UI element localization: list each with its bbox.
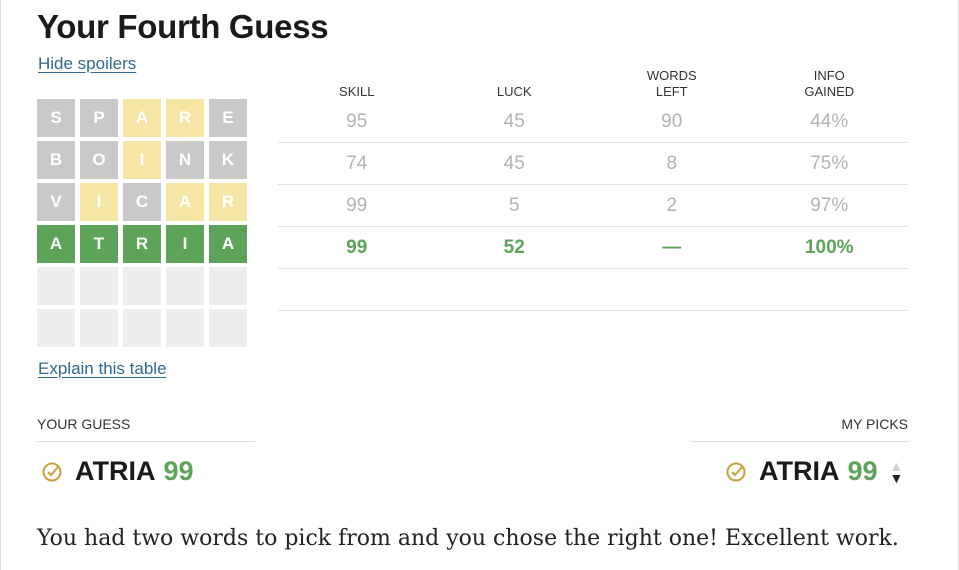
my-picks-label: MY PICKS xyxy=(841,416,908,432)
table-row: 74 45 8 75% xyxy=(278,143,908,185)
my-pick-word: ATRIA xyxy=(759,456,840,486)
your-guess: ATRIA 99 xyxy=(41,456,194,487)
result-message: You had two words to pick from and you c… xyxy=(37,526,899,551)
letter-tile: I xyxy=(166,225,204,263)
header-words-left: WORDS LEFT xyxy=(646,68,697,99)
table-row: 99 52 — 100% xyxy=(278,227,908,269)
letter-tile xyxy=(209,309,247,347)
divider xyxy=(691,441,909,442)
grid-row xyxy=(37,267,247,305)
table-row: 99 5 2 97% xyxy=(278,185,908,227)
letter-tile: A xyxy=(166,183,204,221)
grid-row xyxy=(37,309,247,347)
divider xyxy=(37,441,255,442)
letter-tile xyxy=(37,267,75,305)
check-circle-icon xyxy=(42,462,62,481)
table-cell: 5 xyxy=(508,194,520,216)
letter-tile xyxy=(209,267,247,305)
letter-tile xyxy=(80,267,118,305)
page-title: Your Fourth Guess xyxy=(37,8,329,45)
letter-tile: I xyxy=(80,183,118,221)
letter-tile: E xyxy=(209,99,247,137)
letter-tile: I xyxy=(123,141,161,179)
table-cell: 44% xyxy=(810,110,849,132)
table-row-empty xyxy=(278,269,908,311)
grid-row: BOINK xyxy=(37,141,247,179)
table-cell: 99 xyxy=(346,194,368,216)
explain-table-link[interactable]: Explain this table xyxy=(38,359,167,379)
stats-table-header: SKILL LUCK WORDS LEFT INFO GAINED xyxy=(278,62,908,101)
table-cell: 45 xyxy=(503,110,525,132)
table-cell: 99 xyxy=(346,236,368,258)
table-row: 95 45 90 44% xyxy=(278,101,908,143)
arrow-down-icon[interactable]: ▼ xyxy=(890,471,904,485)
guess-grid: SPAREBOINKVICARATRIA xyxy=(37,99,247,351)
letter-tile: O xyxy=(80,141,118,179)
stats-table: SKILL LUCK WORDS LEFT INFO GAINED 95 45 90 44… xyxy=(278,62,908,311)
letter-tile: T xyxy=(80,225,118,263)
letter-tile xyxy=(123,309,161,347)
letter-tile xyxy=(123,267,161,305)
table-cell: 75% xyxy=(810,152,849,174)
letter-tile: R xyxy=(166,99,204,137)
table-cell: 90 xyxy=(661,110,683,132)
letter-tile: S xyxy=(37,99,75,137)
letter-tile: A xyxy=(37,225,75,263)
hide-spoilers-link[interactable]: Hide spoilers xyxy=(38,54,136,74)
table-cell: 74 xyxy=(346,152,368,174)
table-cell: — xyxy=(662,236,682,258)
letter-tile xyxy=(80,309,118,347)
letter-tile xyxy=(166,267,204,305)
my-pick: ATRIA 99 ▲ ▼ xyxy=(725,456,903,487)
my-pick-score: 99 xyxy=(847,456,878,486)
letter-tile xyxy=(166,309,204,347)
table-cell: 52 xyxy=(503,236,525,258)
your-guess-word: ATRIA xyxy=(75,456,156,486)
letter-tile: C xyxy=(123,183,161,221)
letter-tile: P xyxy=(80,99,118,137)
letter-tile: R xyxy=(209,183,247,221)
grid-row: ATRIA xyxy=(37,225,247,263)
table-cell: 100% xyxy=(804,236,854,258)
letter-tile xyxy=(37,309,75,347)
header-skill: SKILL xyxy=(339,84,375,99)
check-circle-icon xyxy=(726,462,746,481)
letter-tile: K xyxy=(209,141,247,179)
table-cell: 97% xyxy=(810,194,849,216)
table-cell: 45 xyxy=(503,152,525,174)
table-cell: 2 xyxy=(666,194,678,216)
grid-row: VICAR xyxy=(37,183,247,221)
your-guess-label: YOUR GUESS xyxy=(37,416,131,432)
table-cell: 95 xyxy=(346,110,368,132)
pick-stepper[interactable]: ▲ ▼ xyxy=(890,459,904,485)
letter-tile: R xyxy=(123,225,161,263)
your-guess-score: 99 xyxy=(163,456,194,486)
letter-tile: A xyxy=(209,225,247,263)
letter-tile: N xyxy=(166,141,204,179)
letter-tile: B xyxy=(37,141,75,179)
letter-tile: A xyxy=(123,99,161,137)
header-info-gained: INFO GAINED xyxy=(804,68,855,99)
header-luck: LUCK xyxy=(496,84,532,99)
letter-tile: V xyxy=(37,183,75,221)
grid-row: SPARE xyxy=(37,99,247,137)
table-cell: 8 xyxy=(666,152,678,174)
